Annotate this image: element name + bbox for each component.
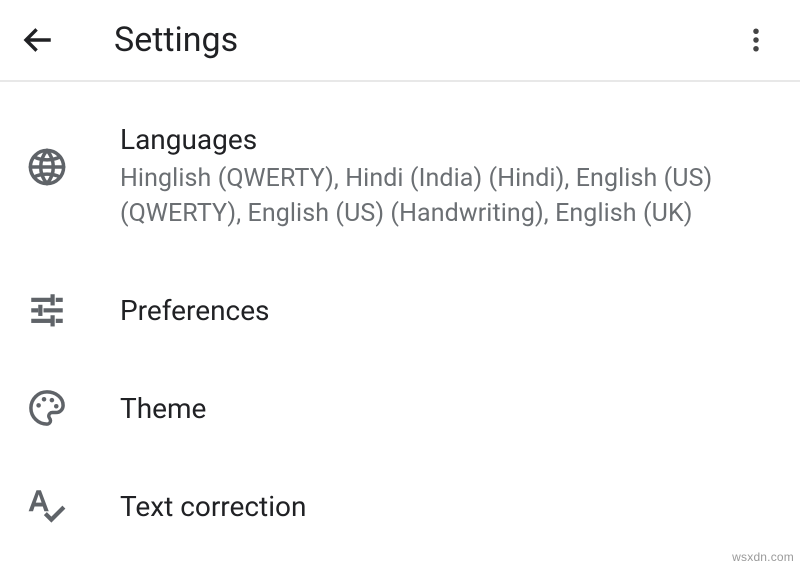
back-button[interactable]	[14, 16, 62, 64]
icon-col	[24, 387, 120, 429]
settings-item-theme[interactable]: Theme	[0, 359, 800, 457]
text-col: Theme	[120, 391, 776, 426]
settings-item-text-correction[interactable]: Text correction	[0, 457, 800, 555]
more-menu-button[interactable]	[732, 16, 780, 64]
more-vert-icon	[741, 25, 771, 55]
text-col: Preferences	[120, 293, 776, 328]
palette-icon	[26, 387, 68, 429]
item-subtitle: Hinglish (QWERTY), Hindi (India) (Hindi)…	[120, 161, 776, 231]
arrow-back-icon	[21, 23, 55, 57]
item-title: Preferences	[120, 293, 776, 328]
globe-icon	[26, 146, 68, 188]
icon-col	[24, 122, 120, 188]
settings-item-preferences[interactable]: Preferences	[0, 261, 800, 359]
tune-icon	[26, 289, 68, 331]
text-col: Text correction	[120, 489, 776, 524]
item-title: Text correction	[120, 489, 776, 524]
icon-col	[24, 289, 120, 331]
appbar: Settings	[0, 0, 800, 82]
page-title: Settings	[114, 20, 732, 60]
icon-col	[24, 485, 120, 527]
settings-item-languages[interactable]: Languages Hinglish (QWERTY), Hindi (Indi…	[0, 88, 800, 261]
spellcheck-icon	[26, 485, 68, 527]
watermark: wsxdn.com	[732, 550, 794, 564]
item-title: Theme	[120, 391, 776, 426]
settings-list: Languages Hinglish (QWERTY), Hindi (Indi…	[0, 82, 800, 555]
text-col: Languages Hinglish (QWERTY), Hindi (Indi…	[120, 122, 776, 231]
item-title: Languages	[120, 122, 776, 157]
